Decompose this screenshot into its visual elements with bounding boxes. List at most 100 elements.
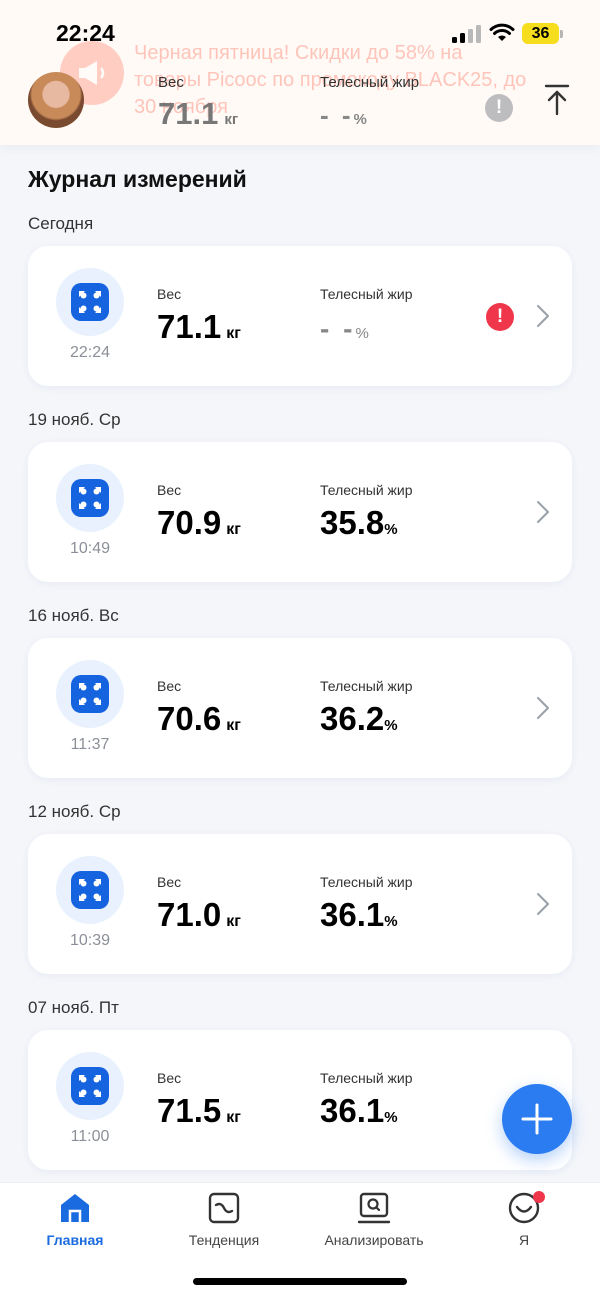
measurement-card[interactable]: 22:24 Вес 71.1 кг Телесный жир - -% !: [28, 246, 572, 386]
weight-value: 71.0 кг: [157, 896, 241, 934]
measurement-card[interactable]: 11:37 Вес 70.6 кг Телесный жир 36.2%: [28, 638, 572, 778]
fat-label: Телесный жир: [320, 482, 413, 498]
status-bar: 22:24 36: [0, 0, 600, 64]
scale-icon: [71, 871, 109, 909]
fat-value: 35.8%: [320, 504, 398, 542]
chevron-right-icon: [537, 893, 549, 915]
date-label: 19 нояб. Ср: [28, 410, 121, 429]
fat-number: 36.1: [320, 1092, 385, 1129]
wifi-icon: [489, 23, 515, 41]
measurement-time: 10:49: [69, 540, 111, 557]
nav-item-trend[interactable]: Тенденция: [164, 1191, 284, 1261]
header-alert-icon[interactable]: !: [485, 94, 513, 122]
battery-indicator: 36: [522, 23, 559, 44]
fat-value: 36.2%: [320, 700, 398, 738]
weight-unit: кг: [226, 521, 241, 538]
nav-item-profile[interactable]: Я: [464, 1191, 584, 1261]
fat-number: - -: [320, 313, 356, 344]
fat-number: 35.8: [320, 504, 385, 541]
fat-unit: %: [384, 717, 398, 734]
chevron-right-icon: [537, 697, 549, 719]
weight-label: Вес: [157, 482, 182, 498]
signal-icon: [452, 25, 481, 43]
scale-icon: [71, 479, 109, 517]
fat-value: 36.1%: [320, 1092, 398, 1130]
nav-label-profile: Я: [518, 1232, 530, 1248]
header-fat-label: Телесный жир: [320, 74, 420, 91]
header-weight-unit: кг: [224, 111, 239, 128]
measurement-card[interactable]: 10:39 Вес 71.0 кг Телесный жир 36.1%: [28, 834, 572, 974]
measurement-time: 10:39: [69, 932, 111, 949]
weight-number: 71.5: [157, 1092, 222, 1129]
weight-unit: кг: [226, 1109, 241, 1126]
notification-badge: [533, 1191, 545, 1203]
chevron-right-icon: [537, 501, 549, 523]
nav-label-analyze: Анализировать: [324, 1232, 424, 1248]
analyze-icon: [357, 1192, 391, 1224]
fat-unit: %: [384, 913, 398, 930]
avatar[interactable]: [28, 72, 84, 128]
header-weight-value: 71.1 кг: [158, 96, 238, 132]
fat-number: 36.1: [320, 896, 385, 933]
weight-number: 70.6: [157, 700, 222, 737]
weight-label: Вес: [157, 874, 182, 890]
fat-label: Телесный жир: [320, 874, 413, 890]
nav-label-home: Главная: [46, 1232, 104, 1248]
battery-level: 36: [531, 24, 550, 42]
trend-icon: [208, 1192, 240, 1224]
status-time: 22:24: [56, 20, 115, 46]
date-label: 16 нояб. Вс: [28, 606, 119, 625]
weight-value: 71.5 кг: [157, 1092, 241, 1130]
measurement-card[interactable]: 10:49 Вес 70.9 кг Телесный жир 35.8%: [28, 442, 572, 582]
header-weight-label: Вес: [158, 74, 184, 91]
plus-icon: [521, 1103, 553, 1135]
alert-icon[interactable]: !: [486, 303, 514, 331]
fat-unit: %: [355, 325, 369, 342]
weight-value: 70.9 кг: [157, 504, 241, 542]
header-fat-number: - -: [320, 100, 354, 130]
fat-label: Телесный жир: [320, 286, 413, 302]
nav-item-home[interactable]: Главная: [15, 1191, 135, 1261]
home-indicator: [193, 1278, 407, 1285]
weight-value: 71.1 кг: [157, 308, 241, 346]
fat-value: - -%: [320, 308, 369, 346]
header-fat-unit: %: [353, 111, 367, 128]
scale-icon: [71, 675, 109, 713]
scale-icon-container: [56, 856, 124, 924]
fat-unit: %: [384, 1109, 398, 1126]
nav-label-trend: Тенденция: [188, 1232, 260, 1248]
weight-number: 70.9: [157, 504, 222, 541]
date-label: 12 нояб. Ср: [28, 802, 121, 821]
fat-value: 36.1%: [320, 896, 398, 934]
fat-unit: %: [384, 521, 398, 538]
weight-number: 71.0: [157, 896, 222, 933]
scale-icon: [71, 283, 109, 321]
scale-icon: [71, 1067, 109, 1105]
weight-unit: кг: [226, 913, 241, 930]
weight-label: Вес: [157, 286, 182, 302]
chevron-right-icon: [537, 305, 549, 327]
scale-icon-container: [56, 660, 124, 728]
log-title: Журнал измерений: [28, 166, 247, 192]
measurement-time: 22:24: [69, 344, 111, 361]
fat-label: Телесный жир: [320, 678, 413, 694]
fat-label: Телесный жир: [320, 1070, 413, 1086]
weight-label: Вес: [157, 1070, 182, 1086]
scale-icon-container: [56, 268, 124, 336]
home-icon: [61, 1194, 89, 1222]
weight-number: 71.1: [157, 308, 222, 345]
measurement-card[interactable]: 11:00 Вес 71.5 кг Телесный жир 36.1%: [28, 1030, 572, 1170]
date-label: 07 нояб. Пт: [28, 998, 119, 1017]
weight-value: 70.6 кг: [157, 700, 241, 738]
nav-item-analyze[interactable]: Анализировать: [314, 1191, 434, 1261]
weight-unit: кг: [226, 325, 241, 342]
scroll-to-top-icon[interactable]: [544, 84, 570, 116]
measurement-time: 11:37: [70, 736, 110, 753]
header-fat-value: - -%: [320, 100, 367, 131]
weight-unit: кг: [226, 717, 241, 734]
measurement-time: 11:00: [70, 1128, 110, 1145]
add-measurement-button[interactable]: [502, 1084, 572, 1154]
scale-icon-container: [56, 464, 124, 532]
header-weight-number: 71.1: [158, 96, 219, 131]
fat-number: 36.2: [320, 700, 385, 737]
